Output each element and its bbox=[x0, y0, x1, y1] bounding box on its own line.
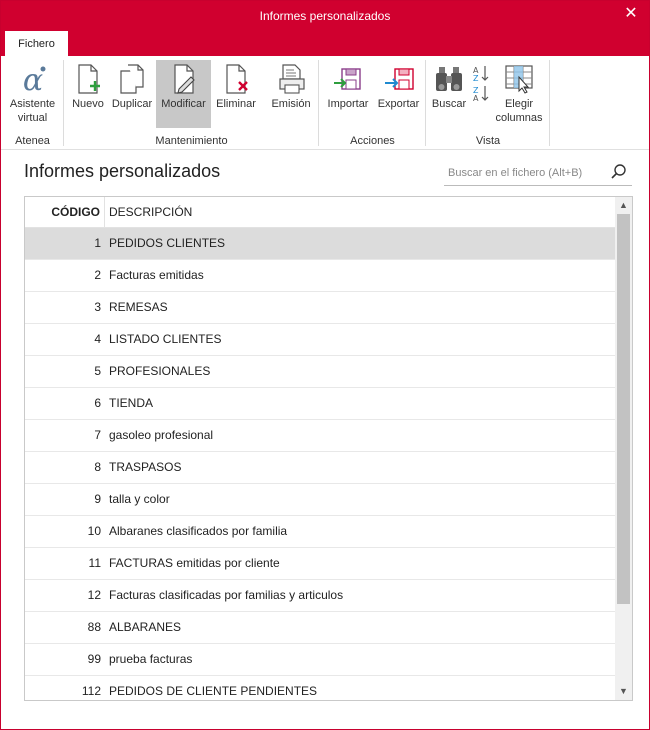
ribbon-group-vista: Buscar A Z Z A Elegir columnas Vista bbox=[426, 56, 550, 150]
cell-descripcion: PROFESIONALES bbox=[109, 364, 211, 378]
search-icon[interactable] bbox=[610, 163, 628, 181]
cell-descripcion: Facturas clasificadas por familias y art… bbox=[109, 588, 344, 602]
new-document-icon bbox=[78, 64, 100, 94]
duplicar-button[interactable]: Duplicar bbox=[109, 60, 155, 128]
table-row[interactable]: 8 TRASPASOS bbox=[25, 452, 615, 484]
scroll-thumb[interactable] bbox=[617, 214, 630, 604]
vertical-scrollbar[interactable]: ▲ ▼ bbox=[615, 197, 632, 700]
table-row[interactable]: 3 REMESAS bbox=[25, 292, 615, 324]
table-header: CÓDIGO DESCRIPCIÓN bbox=[25, 197, 615, 228]
export-icon bbox=[384, 68, 414, 90]
cell-codigo: 12 bbox=[87, 588, 101, 602]
elegir-columnas-button[interactable]: Elegir columnas bbox=[492, 60, 546, 128]
svg-text:α: α bbox=[22, 63, 42, 95]
sort-az-icon: A Z Z A bbox=[473, 66, 489, 103]
cell-descripcion: Facturas emitidas bbox=[109, 268, 204, 282]
cell-codigo: 9 bbox=[94, 492, 101, 506]
cell-codigo: 99 bbox=[87, 652, 101, 666]
buscar-button[interactable]: Buscar bbox=[430, 60, 468, 128]
table-row[interactable]: 11 FACTURAS emitidas por cliente bbox=[25, 548, 615, 580]
table-row[interactable]: 2 Facturas emitidas bbox=[25, 260, 615, 292]
ribbon-group-mantenimiento: Nuevo Duplicar Modificar Eliminar Emisió… bbox=[64, 56, 319, 150]
sort-button[interactable]: A Z Z A bbox=[470, 60, 492, 128]
cell-codigo: 112 bbox=[81, 684, 101, 698]
cell-codigo: 5 bbox=[94, 364, 101, 378]
edit-document-icon bbox=[173, 64, 195, 94]
svg-text:A: A bbox=[473, 94, 479, 103]
cell-descripcion: REMESAS bbox=[109, 300, 168, 314]
cell-codigo: 6 bbox=[94, 396, 101, 410]
table-body: 1 PEDIDOS CLIENTES 2 Facturas emitidas 3 REME… bbox=[25, 228, 615, 700]
exportar-button[interactable]: Exportar bbox=[374, 60, 423, 128]
emision-button[interactable]: Emisión bbox=[268, 60, 314, 128]
cell-codigo: 4 bbox=[94, 332, 101, 346]
table-row[interactable]: 99 prueba facturas bbox=[25, 644, 615, 676]
table-row[interactable]: 6 TIENDA bbox=[25, 388, 615, 420]
cell-descripcion: ALBARANES bbox=[109, 620, 182, 634]
cell-codigo: 1 bbox=[94, 236, 101, 250]
cell-descripcion: prueba facturas bbox=[109, 652, 193, 666]
table-row[interactable]: 5 PROFESIONALES bbox=[25, 356, 615, 388]
print-icon bbox=[279, 64, 305, 94]
search-box bbox=[444, 160, 632, 186]
table-row[interactable]: 12 Facturas clasificadas por familias y a… bbox=[25, 580, 615, 612]
cell-codigo: 11 bbox=[88, 556, 101, 570]
import-icon bbox=[334, 68, 361, 90]
svg-text:Z: Z bbox=[473, 74, 479, 83]
table-row[interactable]: 112 PEDIDOS DE CLIENTE PENDIENTES bbox=[25, 676, 615, 700]
choose-columns-icon bbox=[505, 65, 533, 94]
cell-descripcion: PEDIDOS CLIENTES bbox=[109, 236, 226, 250]
alpha-icon: α bbox=[22, 63, 45, 95]
cell-descripcion: PEDIDOS DE CLIENTE PENDIENTES bbox=[109, 684, 318, 698]
delete-document-icon bbox=[226, 64, 248, 94]
column-header-codigo[interactable]: CÓDIGO bbox=[25, 197, 105, 227]
nuevo-button[interactable]: Nuevo bbox=[68, 60, 108, 128]
modificar-button[interactable]: Modificar bbox=[156, 60, 211, 128]
table-row[interactable]: 4 LISTADO CLIENTES bbox=[25, 324, 615, 356]
reports-table: CÓDIGO DESCRIPCIÓN 1 PEDIDOS CLIENTES 2 Fac… bbox=[24, 196, 633, 701]
scroll-down-icon[interactable]: ▼ bbox=[615, 683, 632, 700]
cell-codigo: 88 bbox=[87, 620, 101, 634]
importar-button[interactable]: Importar bbox=[323, 60, 373, 128]
cell-codigo: 2 bbox=[94, 268, 101, 282]
group-label-mantenimiento: Mantenimiento bbox=[155, 135, 228, 147]
table-row[interactable]: 88 ALBARANES bbox=[25, 612, 615, 644]
table-row[interactable]: 10 Albaranes clasificados por familia bbox=[25, 516, 615, 548]
ribbon-group-acciones: Importar Exportar Acciones bbox=[319, 56, 426, 150]
ribbon: α Asistente virtual Atenea Nuevo Duplica… bbox=[1, 56, 649, 150]
scroll-up-icon[interactable]: ▲ bbox=[615, 197, 632, 214]
cell-descripcion: TRASPASOS bbox=[109, 460, 182, 474]
page-title: Informes personalizados bbox=[24, 161, 221, 181]
eliminar-button[interactable]: Eliminar bbox=[212, 60, 260, 128]
close-icon[interactable]: ✕ bbox=[621, 5, 641, 25]
ribbon-tab-row: Fichero bbox=[1, 29, 649, 56]
cell-codigo: 8 bbox=[94, 460, 101, 474]
group-label-atenea: Atenea bbox=[15, 135, 50, 147]
group-label-vista: Vista bbox=[475, 135, 501, 147]
cell-descripcion: TIENDA bbox=[109, 396, 154, 410]
binoculars-icon bbox=[436, 67, 462, 91]
tab-fichero[interactable]: Fichero bbox=[5, 31, 68, 56]
cell-descripcion: gasoleo profesional bbox=[109, 428, 214, 442]
cell-codigo: 3 bbox=[94, 300, 101, 314]
cell-descripcion: FACTURAS emitidas por cliente bbox=[109, 556, 280, 570]
table-row[interactable]: 1 PEDIDOS CLIENTES bbox=[25, 228, 615, 260]
search-input[interactable] bbox=[448, 164, 608, 182]
duplicate-icon bbox=[120, 64, 144, 94]
table-row[interactable]: 7 gasoleo profesional bbox=[25, 420, 615, 452]
window-title: Informes personalizados bbox=[259, 9, 391, 23]
column-header-descripcion[interactable]: DESCRIPCIÓN bbox=[105, 197, 615, 227]
group-label-acciones: Acciones bbox=[350, 135, 395, 147]
asistente-virtual-button[interactable]: α Asistente virtual bbox=[4, 60, 61, 128]
cell-codigo: 7 bbox=[94, 428, 101, 442]
window: Informes personalizados ✕ Fichero α Asis… bbox=[0, 0, 650, 730]
cell-codigo: 10 bbox=[87, 524, 101, 538]
table-row[interactable]: 9 talla y color bbox=[25, 484, 615, 516]
cell-descripcion: Albaranes clasificados por familia bbox=[109, 524, 288, 538]
cell-descripcion: talla y color bbox=[109, 492, 170, 506]
cell-descripcion: LISTADO CLIENTES bbox=[109, 332, 222, 346]
ribbon-group-atenea: α Asistente virtual Atenea bbox=[1, 56, 64, 150]
